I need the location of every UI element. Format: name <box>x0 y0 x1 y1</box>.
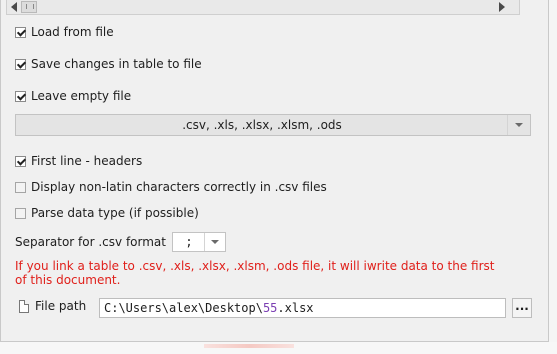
file-path-label: File path <box>35 299 87 313</box>
first-line-headers-option[interactable]: First line - headers <box>15 154 142 168</box>
parse-types-checkbox[interactable] <box>15 207 26 219</box>
file-path-prefix: C:\Users\alex\Desktop\ <box>104 301 263 315</box>
horizontal-scrollbar[interactable] <box>6 0 520 15</box>
save-changes-checkbox[interactable] <box>15 58 26 70</box>
parse-types-label: Parse data type (if possible) <box>31 206 199 220</box>
file-path-input[interactable]: C:\Users\alex\Desktop\55.xlsx <box>99 298 506 318</box>
leave-empty-checkbox[interactable] <box>15 90 26 102</box>
file-icon <box>19 299 29 313</box>
scrollbar-thumb[interactable] <box>21 1 37 13</box>
separator-label: Separator for .csv format <box>15 235 166 249</box>
file-formats-value: .csv, .xls, .xlsx, .xlsm, .ods <box>182 118 342 132</box>
non-latin-option[interactable]: Display non-latin characters correctly i… <box>15 180 327 194</box>
file-path-suffix: .xlsx <box>277 301 314 315</box>
browse-button[interactable]: ... <box>512 298 532 318</box>
separator-row: Separator for .csv format ; <box>15 232 226 252</box>
load-from-file-option[interactable]: Load from file <box>15 25 114 39</box>
bottom-strip <box>0 342 557 354</box>
leave-empty-option[interactable]: Leave empty file <box>15 89 131 103</box>
first-line-headers-checkbox[interactable] <box>15 155 26 167</box>
file-formats-select[interactable]: .csv, .xls, .xlsx, .xlsm, .ods <box>15 114 531 136</box>
decorative-strip <box>204 344 294 348</box>
arrow-left-icon[interactable] <box>11 2 17 12</box>
separator-value: ; <box>185 235 193 249</box>
settings-panel: Load from file Save changes in table to … <box>0 0 549 342</box>
first-line-headers-label: First line - headers <box>31 154 143 168</box>
arrow-right-icon[interactable] <box>499 2 505 12</box>
non-latin-checkbox[interactable] <box>15 181 26 193</box>
separator-dropdown-button[interactable] <box>203 233 225 251</box>
chevron-down-icon <box>515 123 523 127</box>
formats-dropdown-button[interactable] <box>507 115 530 135</box>
save-changes-option[interactable]: Save changes in table to file <box>15 57 202 71</box>
leave-empty-label: Leave empty file <box>31 89 132 103</box>
chevron-down-icon <box>210 240 219 244</box>
separator-select[interactable]: ; <box>171 232 226 252</box>
link-warning-text: If you link a table to .csv, .xls, .xlsx… <box>15 259 495 287</box>
non-latin-label: Display non-latin characters correctly i… <box>31 180 327 194</box>
load-from-file-label: Load from file <box>31 25 114 39</box>
save-changes-label: Save changes in table to file <box>31 57 202 71</box>
file-path-number: 55 <box>262 301 278 315</box>
parse-types-option[interactable]: Parse data type (if possible) <box>15 206 199 220</box>
file-path-row: File path <box>19 299 86 313</box>
load-from-file-checkbox[interactable] <box>15 26 26 38</box>
